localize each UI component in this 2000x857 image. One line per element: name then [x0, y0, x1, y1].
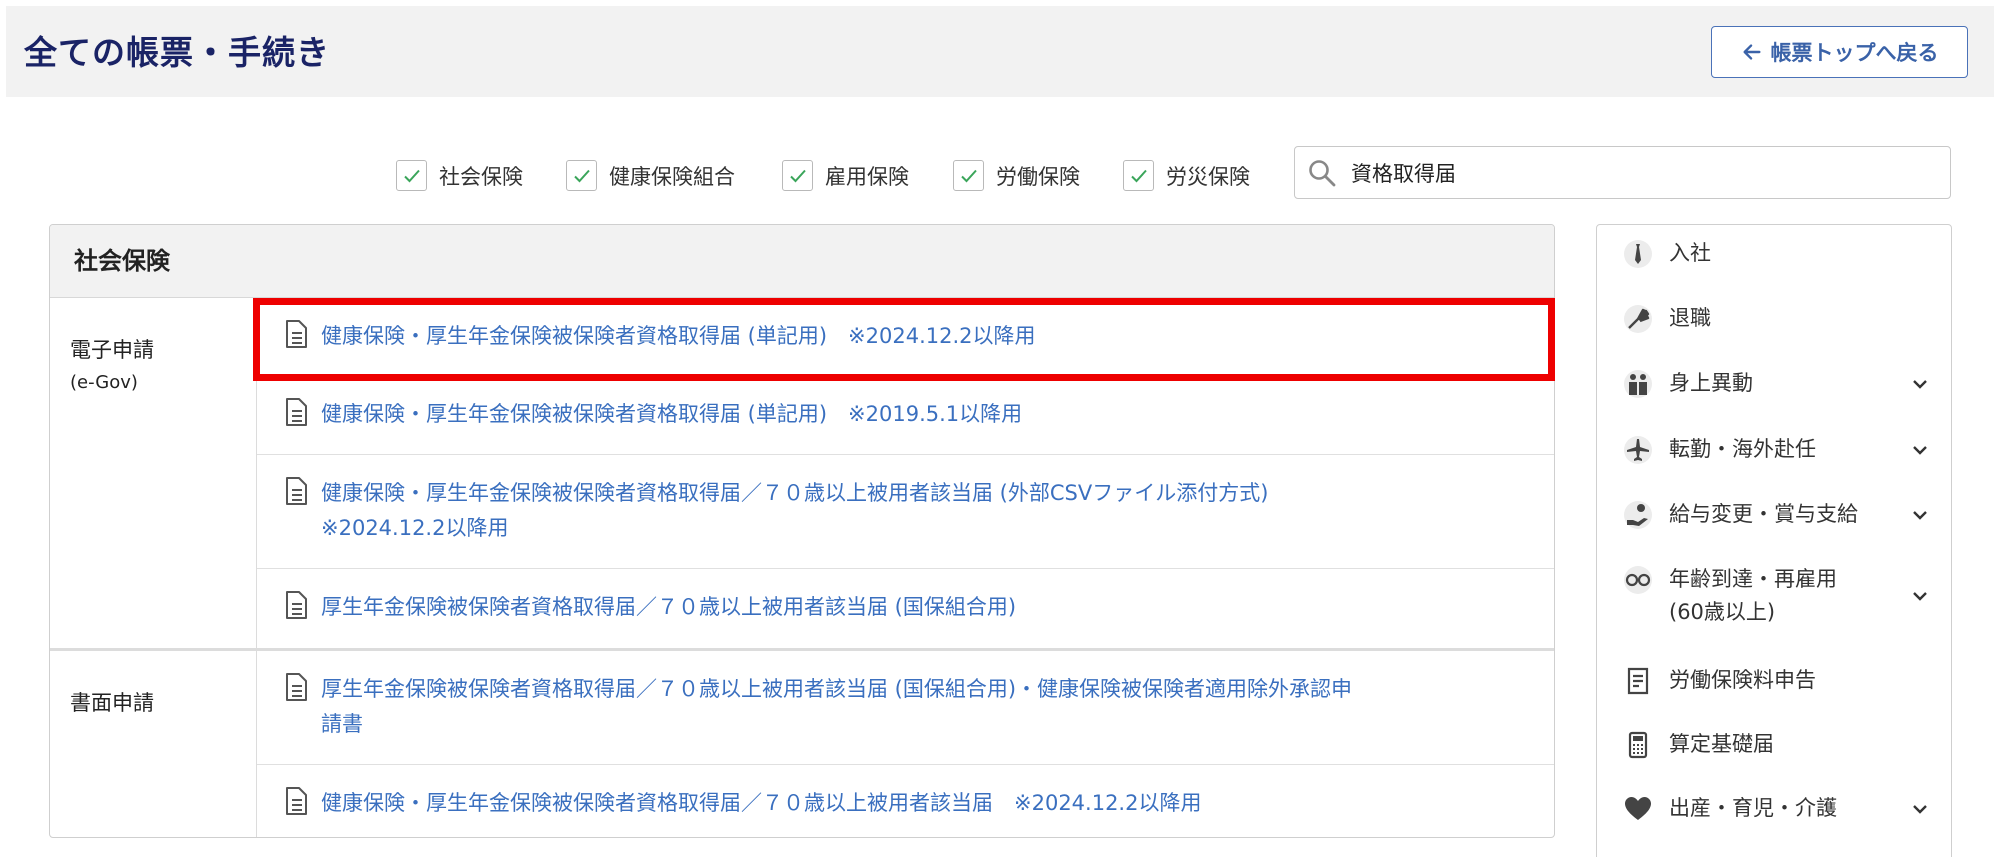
sidebar-item-label-line2: (60歳以上) [1669, 600, 1776, 624]
sidebar-item-tenkin[interactable]: 転勤・海外赴任 [1597, 433, 1951, 467]
back-to-forms-top-button[interactable]: 帳票トップへ戻る [1711, 26, 1968, 78]
checkbox[interactable] [953, 160, 984, 191]
document-icon [286, 591, 307, 619]
document-lines-icon [1621, 664, 1655, 698]
sidebar-item-label-line1: 年齢到達・再雇用 [1669, 567, 1837, 591]
glasses-icon [1621, 563, 1655, 597]
sidebar-item-kyuyo-henko[interactable]: 給与変更・賞与支給 [1597, 498, 1951, 532]
necktie-icon [1621, 237, 1655, 271]
category-sidebar: 入社 退職 身上異動 転勤・海外赴任 給与変更・賞与支給 年齢到達・再雇用 (6… [1596, 224, 1952, 857]
form-link-row[interactable]: 健康保険・厚生年金保険被保険者資格取得届 (単記用) ※2024.12.2以降用 [257, 298, 1554, 376]
check-icon [403, 169, 420, 182]
group-label-text: 書面申請 [70, 691, 154, 715]
filter-label: 労働保険 [996, 164, 1080, 189]
document-icon [286, 787, 307, 815]
heart-icon [1621, 792, 1655, 826]
filter-koyo-hoken[interactable]: 雇用保険 [782, 160, 909, 191]
search-box[interactable] [1294, 146, 1951, 199]
page-title: 全ての帳票・手続き [24, 33, 330, 72]
document-icon [286, 398, 307, 426]
sidebar-item-label: 労働保険料申告 [1669, 668, 1816, 692]
bouquet-icon [1621, 302, 1655, 336]
money-hand-icon [1621, 498, 1655, 532]
form-link[interactable]: 厚生年金保険被保険者資格取得届／７０歳以上被用者該当届 (国保組合用) [321, 590, 1016, 625]
checkbox[interactable] [782, 160, 813, 191]
checkbox[interactable] [566, 160, 597, 191]
section-title: 社会保険 [50, 225, 1554, 298]
group-paper: 書面申請 厚生年金保険被保険者資格取得届／７０歳以上被用者該当届 (国保組合用)… [50, 648, 1554, 837]
filter-label: 社会保険 [439, 164, 523, 189]
check-icon [960, 169, 977, 182]
sidebar-item-label: 退職 [1669, 306, 1711, 330]
check-icon [1130, 169, 1147, 182]
filter-rosai-hoken[interactable]: 労災保険 [1123, 160, 1250, 191]
group-label: 電子申請 (e-Gov) [50, 298, 257, 648]
form-link[interactable]: 健康保険・厚生年金保険被保険者資格取得届 (単記用) ※2024.12.2以降用 [321, 319, 1036, 354]
filter-label: 労災保険 [1166, 164, 1250, 189]
group-sublabel: (e-Gov) [70, 372, 138, 393]
form-link[interactable]: 厚生年金保険被保険者資格取得届／７０歳以上被用者該当届 (国保組合用)・健康保険… [321, 672, 1352, 742]
document-icon [286, 477, 307, 505]
sidebar-item-label: 給与変更・賞与支給 [1669, 502, 1858, 526]
form-link-line2: ※2024.12.2以降用 [321, 516, 509, 540]
form-link-line1: 厚生年金保険被保険者資格取得届／７０歳以上被用者該当届 (国保組合用)・健康保険… [321, 677, 1353, 701]
group-electronic: 電子申請 (e-Gov) 健康保険・厚生年金保険被保険者資格取得届 (単記用) … [50, 298, 1554, 648]
chevron-down-icon[interactable] [1909, 504, 1931, 526]
form-link[interactable]: 健康保険・厚生年金保険被保険者資格取得届／７０歳以上被用者該当届 ※2024.1… [321, 786, 1201, 821]
form-link[interactable]: 健康保険・厚生年金保険被保険者資格取得届 (単記用) ※2019.5.1以降用 [321, 397, 1022, 432]
sidebar-item-label: 転勤・海外赴任 [1669, 437, 1816, 461]
sidebar-item-nyusha[interactable]: 入社 [1597, 237, 1951, 271]
check-icon [789, 169, 806, 182]
social-insurance-panel: 社会保険 電子申請 (e-Gov) 健康保険・厚生年金保険被保険者資格取得届 (… [49, 224, 1555, 838]
sidebar-item-rodo-hokenryo[interactable]: 労働保険料申告 [1597, 664, 1951, 698]
form-link-line1: 健康保険・厚生年金保険被保険者資格取得届／７０歳以上被用者該当届 (外部CSVフ… [321, 481, 1269, 505]
sidebar-item-label: 出産・育児・介護 [1669, 796, 1837, 820]
document-icon [286, 673, 307, 701]
form-link-row[interactable]: 健康保険・厚生年金保険被保険者資格取得届／７０歳以上被用者該当届 ※2024.1… [257, 765, 1554, 837]
form-link-line2: 請書 [321, 712, 363, 736]
document-icon [286, 320, 307, 348]
chevron-down-icon[interactable] [1909, 373, 1931, 395]
checkbox[interactable] [396, 160, 427, 191]
group-label: 書面申請 [50, 651, 257, 837]
check-icon [573, 169, 590, 182]
filter-shakai-hoken[interactable]: 社会保険 [396, 160, 523, 191]
sidebar-item-taishoku[interactable]: 退職 [1597, 302, 1951, 336]
filter-label: 健康保険組合 [609, 164, 735, 189]
sidebar-item-label: 身上異動 [1669, 371, 1753, 395]
chevron-down-icon[interactable] [1909, 585, 1931, 607]
form-link-row[interactable]: 厚生年金保険被保険者資格取得届／７０歳以上被用者該当届 (国保組合用)・健康保険… [257, 651, 1554, 765]
sidebar-item-label: 年齢到達・再雇用 (60歳以上) [1669, 563, 1899, 629]
sidebar-item-shussan-ikuji[interactable]: 出産・育児・介護 [1597, 792, 1951, 826]
search-input[interactable] [1351, 160, 1911, 185]
form-link-row[interactable]: 健康保険・厚生年金保険被保険者資格取得届 (単記用) ※2019.5.1以降用 [257, 376, 1554, 455]
arrow-left-icon [1742, 44, 1761, 60]
filter-kenko-hoken-kumiai[interactable]: 健康保険組合 [566, 160, 735, 191]
group-label-text: 電子申請 [70, 338, 154, 362]
sidebar-item-nenrei-totatsu[interactable]: 年齢到達・再雇用 (60歳以上) [1597, 563, 1951, 629]
form-link-row[interactable]: 厚生年金保険被保険者資格取得届／７０歳以上被用者該当届 (国保組合用) [257, 569, 1554, 648]
people-icon [1621, 367, 1655, 401]
checkbox[interactable] [1123, 160, 1154, 191]
chevron-down-icon[interactable] [1909, 439, 1931, 461]
sidebar-item-label: 算定基礎届 [1669, 732, 1774, 756]
filter-label: 雇用保険 [825, 164, 909, 189]
search-icon [1309, 159, 1336, 186]
sidebar-item-santei-kiso[interactable]: 算定基礎届 [1597, 728, 1951, 762]
filter-rodo-hoken[interactable]: 労働保険 [953, 160, 1080, 191]
back-button-label: 帳票トップへ戻る [1770, 41, 1939, 65]
airplane-icon [1621, 433, 1655, 467]
calculator-icon [1621, 728, 1655, 762]
form-link[interactable]: 健康保険・厚生年金保険被保険者資格取得届／７０歳以上被用者該当届 (外部CSVフ… [321, 476, 1268, 546]
sidebar-item-label: 入社 [1669, 241, 1711, 265]
form-link-row[interactable]: 健康保険・厚生年金保険被保険者資格取得届／７０歳以上被用者該当届 (外部CSVフ… [257, 455, 1554, 569]
chevron-down-icon[interactable] [1909, 798, 1931, 820]
sidebar-item-shinjo-ido[interactable]: 身上異動 [1597, 367, 1951, 401]
